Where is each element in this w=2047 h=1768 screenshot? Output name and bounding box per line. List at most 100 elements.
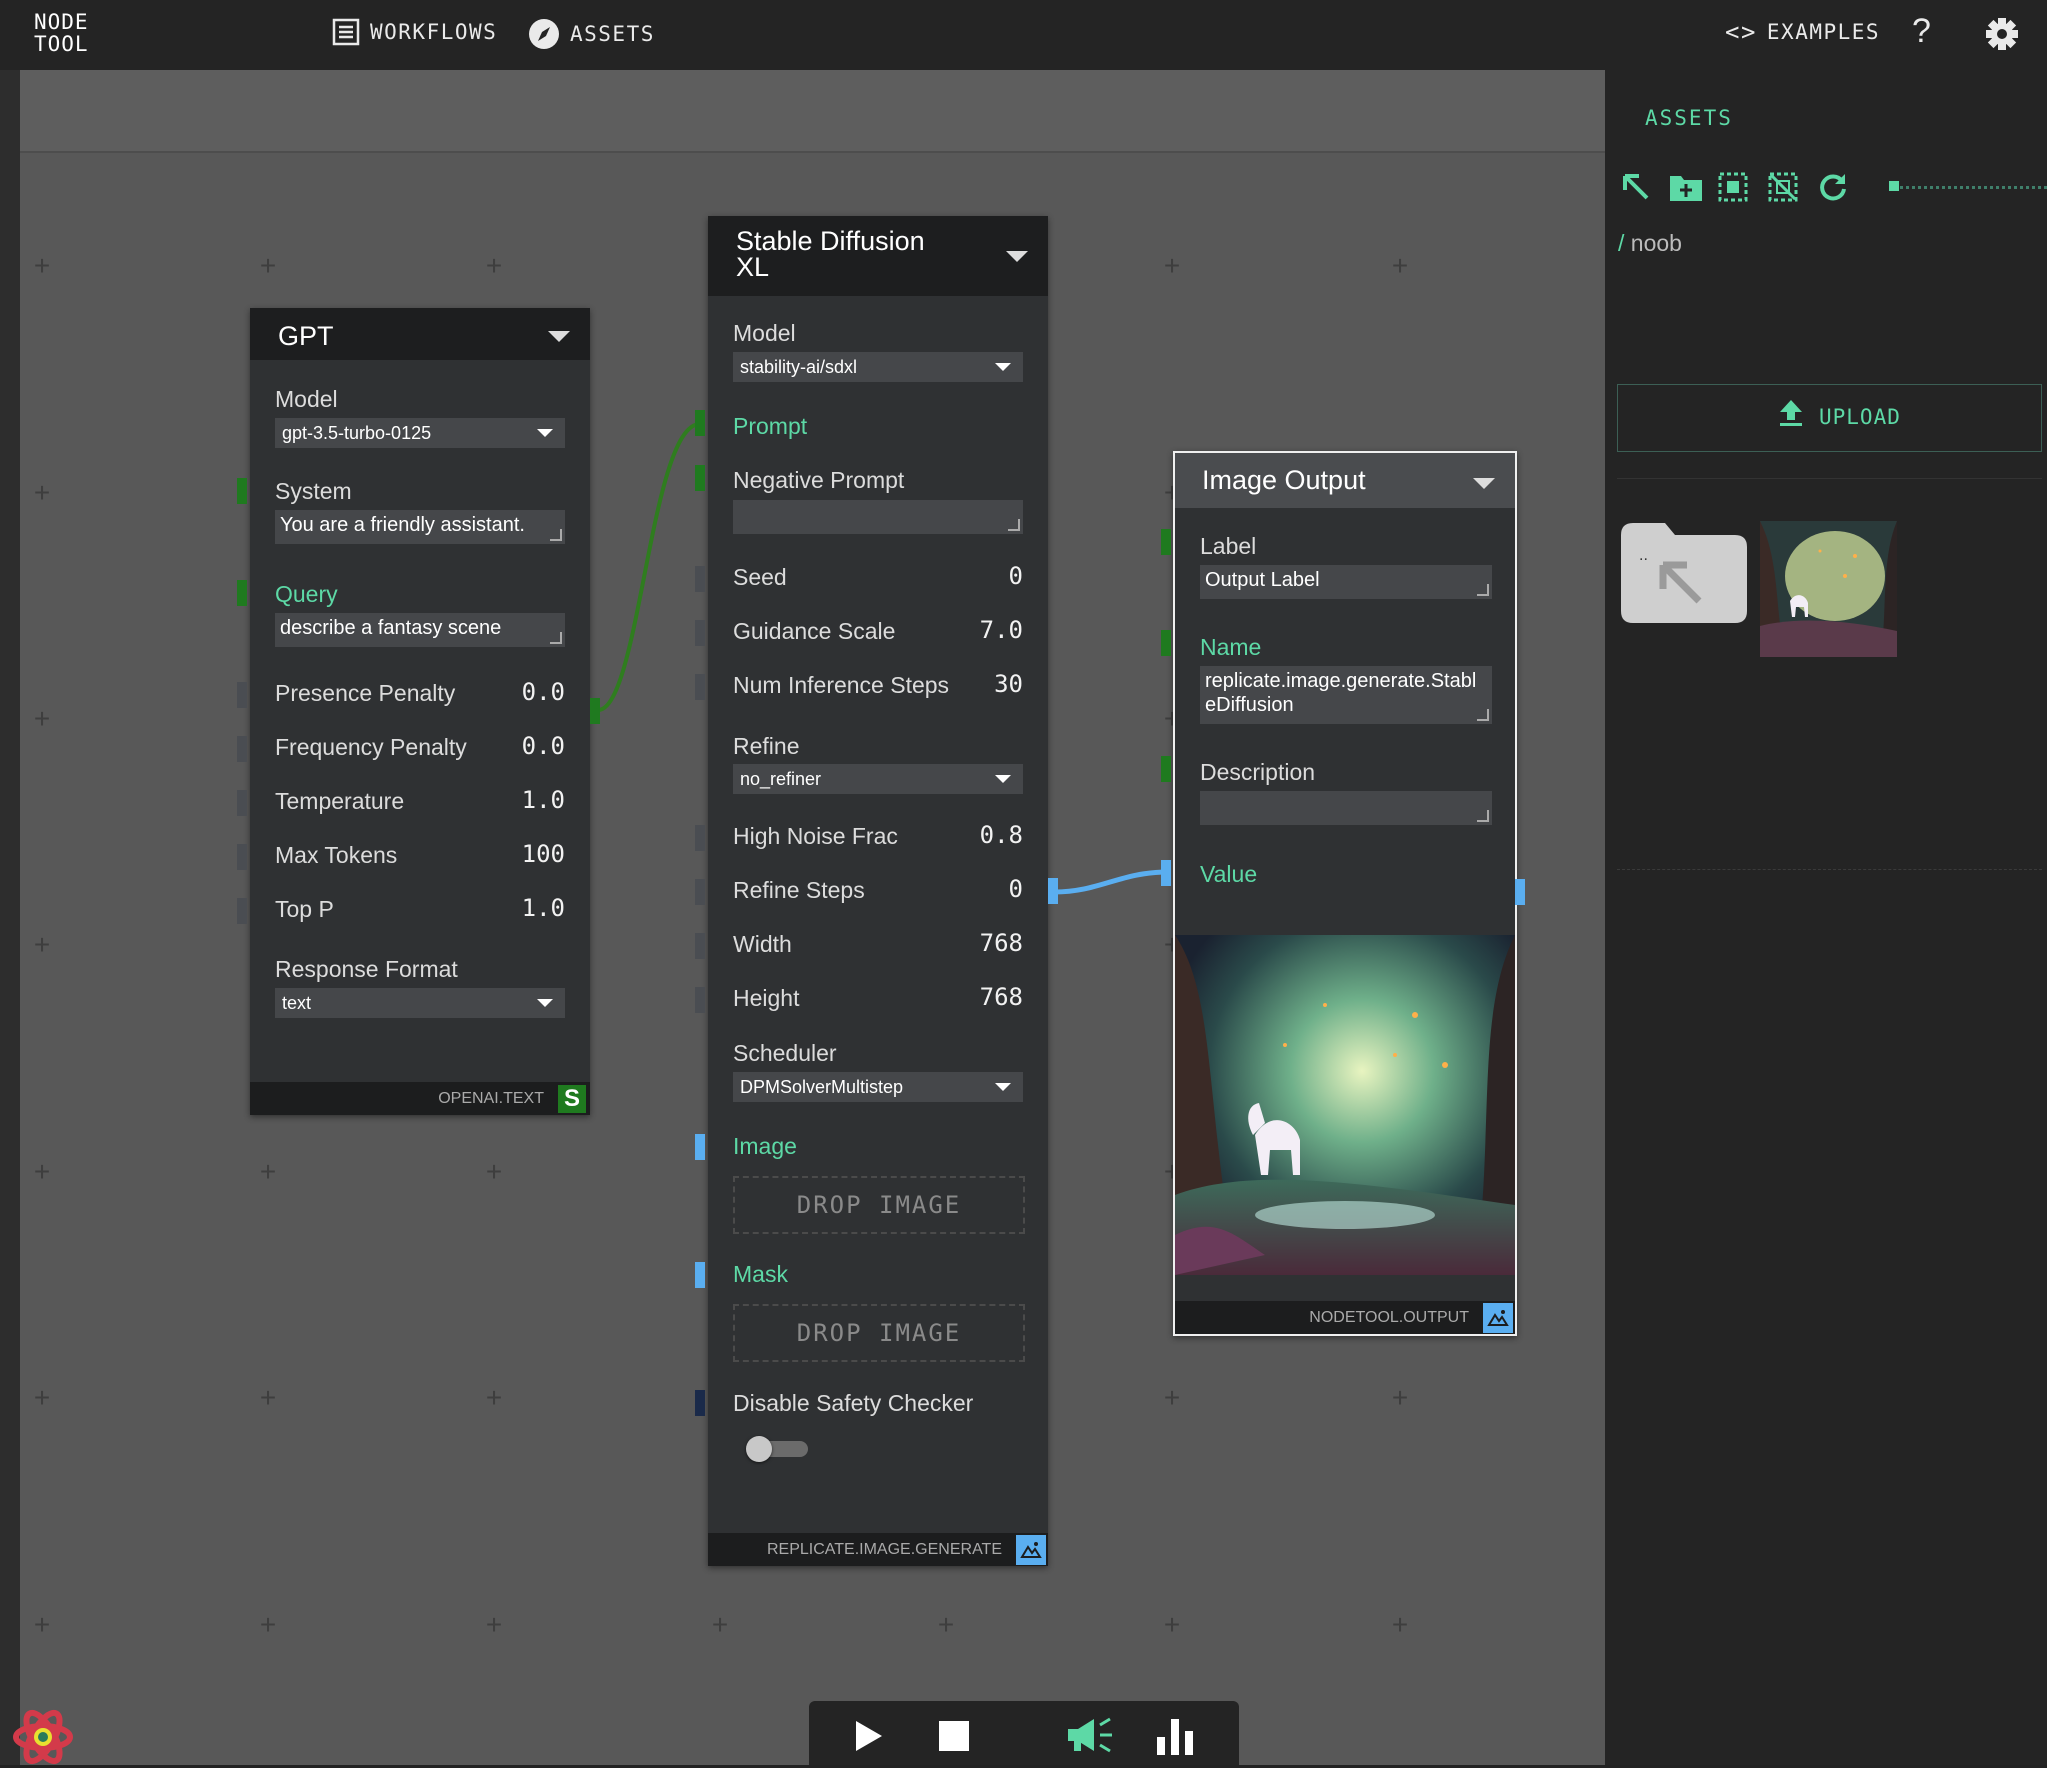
resize-icon xyxy=(1008,519,1020,531)
chevron-down-icon[interactable] xyxy=(1006,251,1028,262)
input-handle-param[interactable] xyxy=(237,844,247,870)
output-handle-text[interactable] xyxy=(590,698,600,724)
param-value[interactable]: 0 xyxy=(1009,562,1023,590)
node-title: Stable Diffusion xyxy=(736,226,925,256)
new-folder-icon[interactable] xyxy=(1669,172,1703,202)
input-handle-param[interactable] xyxy=(237,898,247,924)
param-value[interactable]: 1.0 xyxy=(522,786,565,814)
param-value[interactable]: 0 xyxy=(1009,875,1023,903)
input-handle-mask[interactable] xyxy=(695,1262,705,1288)
node-title: Image Output xyxy=(1202,465,1366,495)
gpt-node[interactable]: GPT Model gpt-3.5-turbo-0125 System You … xyxy=(250,308,590,1115)
model-select[interactable]: stability-ai/sdxl xyxy=(733,352,1023,382)
param-value[interactable]: 768 xyxy=(980,929,1023,957)
output-handle-value[interactable] xyxy=(1515,879,1525,905)
param-label: Frequency Penalty xyxy=(275,734,467,760)
model-select[interactable]: gpt-3.5-turbo-0125 xyxy=(275,418,565,448)
response-format-label: Response Format xyxy=(275,956,458,982)
dropdown-icon xyxy=(537,999,553,1007)
param-value[interactable]: 768 xyxy=(980,983,1023,1011)
slider-thumb[interactable] xyxy=(1889,181,1899,191)
label-label: Label xyxy=(1200,533,1257,559)
input-handle-param[interactable] xyxy=(695,825,705,851)
scheduler-select[interactable]: DPMSolverMultistep xyxy=(733,1072,1023,1102)
input-handle-param[interactable] xyxy=(695,987,705,1013)
label-field[interactable]: Output Label xyxy=(1200,565,1492,599)
input-handle-prompt[interactable] xyxy=(695,410,705,436)
param-value[interactable]: 100 xyxy=(522,840,565,868)
sdxl-node[interactable]: Stable Diffusion XL Model stability-ai/s… xyxy=(708,216,1048,1566)
input-handle-param[interactable] xyxy=(237,682,247,708)
input-handle-query[interactable] xyxy=(237,580,247,606)
image-dropzone[interactable]: DROP IMAGE xyxy=(733,1176,1025,1234)
query-field[interactable]: describe a fantasy scene xyxy=(275,613,565,647)
select-all-icon[interactable] xyxy=(1718,172,1748,202)
system-field[interactable]: You are a friendly assistant. xyxy=(275,510,565,544)
resize-icon xyxy=(550,529,562,541)
input-handle-value[interactable] xyxy=(1161,860,1171,886)
param-value[interactable]: 0.0 xyxy=(522,678,565,706)
name-field[interactable]: replicate.image.generate.StableDiffusion xyxy=(1200,666,1492,724)
mask-dropzone[interactable]: DROP IMAGE xyxy=(733,1304,1025,1362)
parent-folder-item[interactable]: .. xyxy=(1621,523,1747,623)
bar-chart-icon[interactable] xyxy=(1155,1715,1197,1757)
arrow-up-left-icon[interactable] xyxy=(1621,172,1651,202)
input-handle-param[interactable] xyxy=(695,674,705,700)
input-handle-description[interactable] xyxy=(1161,756,1171,782)
play-icon[interactable] xyxy=(854,1719,884,1753)
disable-safety-toggle[interactable] xyxy=(746,1436,808,1462)
param-label: Seed xyxy=(733,564,787,590)
param-value[interactable]: 0.8 xyxy=(980,821,1023,849)
toggle-thumb xyxy=(746,1436,772,1462)
gpt-node-header[interactable]: GPT xyxy=(250,308,590,360)
dropdown-icon xyxy=(995,363,1011,371)
input-handle-name[interactable] xyxy=(1161,630,1171,656)
refine-select[interactable]: no_refiner xyxy=(733,764,1023,794)
input-handle-param[interactable] xyxy=(237,736,247,762)
image-output-node[interactable]: Image Output Label Output Label Name rep… xyxy=(1173,451,1517,1336)
description-label: Description xyxy=(1200,759,1316,785)
param-label: High Noise Frac xyxy=(733,823,898,849)
param-value[interactable]: 7.0 xyxy=(980,616,1023,644)
input-handle-label[interactable] xyxy=(1161,529,1171,555)
system-label: System xyxy=(275,478,352,504)
output-image-preview[interactable] xyxy=(1175,935,1515,1275)
input-handle-param[interactable] xyxy=(695,933,705,959)
input-handle-param[interactable] xyxy=(695,620,705,646)
sidebar-title: ASSETS xyxy=(1645,106,1733,130)
atom-icon[interactable] xyxy=(12,1706,74,1768)
input-handle-system[interactable] xyxy=(237,478,247,504)
output-handle-image[interactable] xyxy=(1048,878,1058,904)
stop-icon[interactable] xyxy=(939,1721,969,1751)
refresh-icon[interactable] xyxy=(1818,172,1848,202)
asset-thumbnail[interactable] xyxy=(1760,521,1897,657)
size-slider[interactable] xyxy=(1889,181,2047,191)
input-handle-image[interactable] xyxy=(695,1134,705,1160)
upload-button[interactable]: UPLOAD xyxy=(1617,384,2042,452)
input-handle-negative-prompt[interactable] xyxy=(695,465,705,491)
sdxl-node-header[interactable]: Stable Diffusion XL xyxy=(708,216,1048,296)
model-label: Model xyxy=(275,386,338,412)
input-handle-param[interactable] xyxy=(237,790,247,816)
value-label: Value xyxy=(1200,861,1258,887)
input-handle-safety[interactable] xyxy=(695,1390,705,1416)
chevron-down-icon[interactable] xyxy=(1473,478,1495,489)
deselect-icon[interactable] xyxy=(1768,172,1798,202)
param-value[interactable]: 1.0 xyxy=(522,894,565,922)
input-handle-param[interactable] xyxy=(695,566,705,592)
response-format-select[interactable]: text xyxy=(275,988,565,1018)
param-label: Max Tokens xyxy=(275,842,398,868)
megaphone-icon[interactable] xyxy=(1064,1715,1116,1755)
image-output-node-header[interactable]: Image Output xyxy=(1175,453,1515,508)
param-value[interactable]: 0.0 xyxy=(522,732,565,760)
scheduler-label: Scheduler xyxy=(733,1040,837,1066)
chevron-down-icon[interactable] xyxy=(548,331,570,342)
negative-prompt-field[interactable] xyxy=(733,500,1023,534)
description-field[interactable] xyxy=(1200,791,1492,825)
param-label: Presence Penalty xyxy=(275,680,456,706)
param-value[interactable]: 30 xyxy=(994,670,1023,698)
input-handle-param[interactable] xyxy=(695,879,705,905)
negative-prompt-label: Negative Prompt xyxy=(733,467,905,493)
breadcrumb-folder[interactable]: noob xyxy=(1631,230,1682,256)
name-label: Name xyxy=(1200,634,1262,660)
